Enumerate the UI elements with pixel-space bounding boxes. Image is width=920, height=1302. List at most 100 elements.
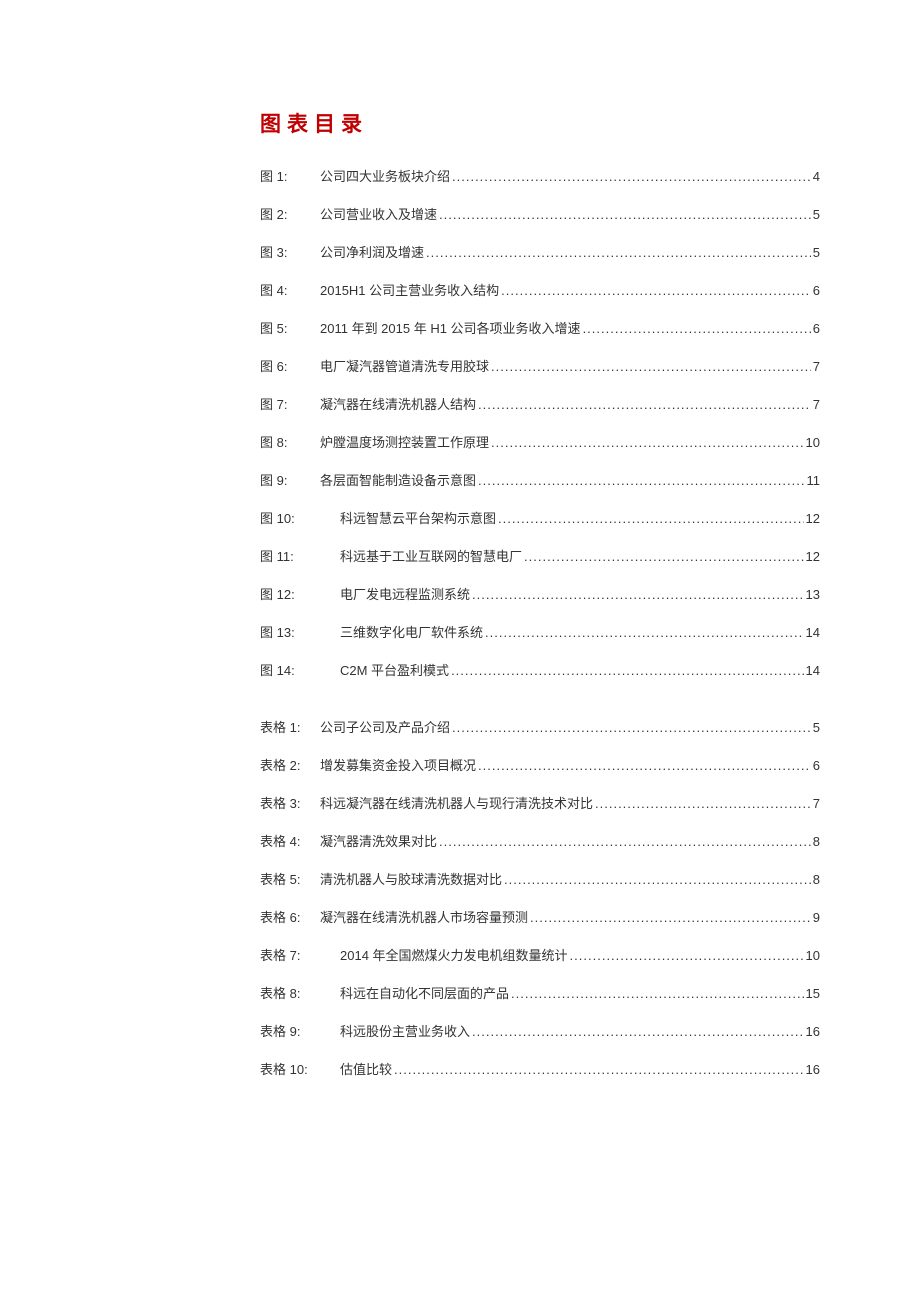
entry-label: 图 13: xyxy=(260,622,320,641)
entry-title: 电厂发电远程监测系统 xyxy=(320,584,470,603)
entry-label: 表格 10: xyxy=(260,1059,320,1078)
dot-leader xyxy=(452,720,811,735)
toc-entry: 表格 10:估值比较16 xyxy=(260,1059,820,1078)
toc-entry: 图 12:电厂发电远程监测系统 13 xyxy=(260,584,820,603)
dot-leader xyxy=(485,625,804,640)
entry-page: 4 xyxy=(813,169,820,184)
entry-title: 科远智慧云平台架构示意图 xyxy=(320,508,496,527)
entry-title: 凝汽器在线清洗机器人结构 xyxy=(320,394,476,413)
dot-leader xyxy=(530,910,811,925)
entry-title: 炉膛温度场测控装置工作原理 xyxy=(320,432,489,451)
entry-label: 图 6: xyxy=(260,356,320,375)
entry-label: 图 2: xyxy=(260,204,320,223)
entry-page: 9 xyxy=(813,910,820,925)
entry-label: 图 7: xyxy=(260,394,320,413)
entry-page: 15 xyxy=(806,986,820,1001)
entry-page: 12 xyxy=(806,549,820,564)
entry-page: 8 xyxy=(813,834,820,849)
toc-entry: 图 4:2015H1 公司主营业务收入结构 6 xyxy=(260,280,820,299)
entry-title: 增发募集资金投入项目概况 xyxy=(320,755,476,774)
entry-label: 表格 9: xyxy=(260,1021,320,1040)
toc-entry: 表格 3:科远凝汽器在线清洗机器人与现行清洗技术对比 7 xyxy=(260,793,820,812)
entry-title: 2011 年到 2015 年 H1 公司各项业务收入增速 xyxy=(320,318,581,337)
toc-entry: 表格 4:凝汽器清洗效果对比8 xyxy=(260,831,820,850)
dot-leader xyxy=(478,397,811,412)
toc-entry: 图 13:三维数字化电厂软件系统14 xyxy=(260,622,820,641)
toc-entry: 图 2:公司营业收入及增速 5 xyxy=(260,204,820,223)
toc-entry: 表格 6:凝汽器在线清洗机器人市场容量预测9 xyxy=(260,907,820,926)
toc-entry: 图 1:公司四大业务板块介绍 4 xyxy=(260,166,820,185)
entry-page: 5 xyxy=(813,245,820,260)
entry-page: 7 xyxy=(813,397,820,412)
entry-title: 2014 年全国燃煤火力发电机组数量统计 xyxy=(320,945,568,964)
dot-leader xyxy=(472,587,804,602)
dot-leader xyxy=(498,511,804,526)
entry-label: 图 8: xyxy=(260,432,320,451)
entry-label: 图 1: xyxy=(260,166,320,185)
entry-page: 7 xyxy=(813,796,820,811)
dot-leader xyxy=(439,834,811,849)
entry-label: 图 14: xyxy=(260,660,320,679)
entry-page: 12 xyxy=(806,511,820,526)
entry-title: 电厂凝汽器管道清洗专用胶球 xyxy=(320,356,489,375)
dot-leader xyxy=(478,473,804,488)
toc-entry: 图 6:电厂凝汽器管道清洗专用胶球 7 xyxy=(260,356,820,375)
entry-label: 图 5: xyxy=(260,318,320,337)
dot-leader xyxy=(501,283,811,298)
dot-leader xyxy=(472,1024,804,1039)
entry-title: 清洗机器人与胶球清洗数据对比 xyxy=(320,869,502,888)
entry-page: 14 xyxy=(806,663,820,678)
entry-title: 公司四大业务板块介绍 xyxy=(320,166,450,185)
dot-leader xyxy=(595,796,811,811)
toc-entry: 图 9:各层面智能制造设备示意图11 xyxy=(260,470,820,489)
entry-label: 图 9: xyxy=(260,470,320,489)
entry-title: 凝汽器清洗效果对比 xyxy=(320,831,437,850)
entry-title: 科远股份主营业务收入 xyxy=(320,1021,470,1040)
entry-title: 科远在自动化不同层面的产品 xyxy=(320,983,509,1002)
dot-leader xyxy=(504,872,811,887)
entry-label: 表格 7: xyxy=(260,945,320,964)
toc-entry: 图 8:炉膛温度场测控装置工作原理 10 xyxy=(260,432,820,451)
section-gap xyxy=(260,698,820,717)
entry-page: 10 xyxy=(806,948,820,963)
entry-label: 表格 3: xyxy=(260,793,320,812)
figures-list: 图 1:公司四大业务板块介绍4图 2:公司营业收入及增速5图 3:公司净利润及增… xyxy=(260,166,820,679)
toc-entry: 图 3:公司净利润及增速5 xyxy=(260,242,820,261)
dot-leader xyxy=(452,169,811,184)
entry-page: 6 xyxy=(813,283,820,298)
entry-title: 凝汽器在线清洗机器人市场容量预测 xyxy=(320,907,528,926)
entry-label: 图 3: xyxy=(260,242,320,261)
toc-entry: 图 7:凝汽器在线清洗机器人结构 7 xyxy=(260,394,820,413)
dot-leader xyxy=(478,758,811,773)
entry-title: 科远凝汽器在线清洗机器人与现行清洗技术对比 xyxy=(320,793,593,812)
dot-leader xyxy=(511,986,804,1001)
toc-entry: 表格 8:科远在自动化不同层面的产品15 xyxy=(260,983,820,1002)
toc-entry: 图 11:科远基于工业互联网的智慧电厂12 xyxy=(260,546,820,565)
entry-page: 13 xyxy=(806,587,820,602)
entry-page: 16 xyxy=(806,1024,820,1039)
dot-leader xyxy=(439,207,811,222)
entry-title: 科远基于工业互联网的智慧电厂 xyxy=(320,546,522,565)
toc-entry: 图 5:2011 年到 2015 年 H1 公司各项业务收入增速 6 xyxy=(260,318,820,337)
toc-entry: 图 14:C2M 平台盈利模式 14 xyxy=(260,660,820,679)
entry-page: 14 xyxy=(806,625,820,640)
dot-leader xyxy=(491,359,811,374)
entry-title: 公司营业收入及增速 xyxy=(320,204,437,223)
entry-page: 6 xyxy=(813,321,820,336)
entry-title: C2M 平台盈利模式 xyxy=(320,660,449,679)
dot-leader xyxy=(570,948,804,963)
toc-entry: 表格 1:公司子公司及产品介绍 5 xyxy=(260,717,820,736)
entry-page: 5 xyxy=(813,207,820,222)
tables-list: 表格 1:公司子公司及产品介绍5表格 2:增发募集资金投入项目概况6表格 3:科… xyxy=(260,717,820,1078)
entry-label: 图 12: xyxy=(260,584,320,603)
entry-page: 10 xyxy=(806,435,820,450)
entry-label: 表格 1: xyxy=(260,717,320,736)
entry-page: 7 xyxy=(813,359,820,374)
entry-page: 5 xyxy=(813,720,820,735)
entry-page: 16 xyxy=(806,1062,820,1077)
entry-title: 公司子公司及产品介绍 xyxy=(320,717,450,736)
entry-label: 图 4: xyxy=(260,280,320,299)
dot-leader xyxy=(451,663,803,678)
dot-leader xyxy=(394,1062,804,1077)
entry-title: 2015H1 公司主营业务收入结构 xyxy=(320,280,499,299)
